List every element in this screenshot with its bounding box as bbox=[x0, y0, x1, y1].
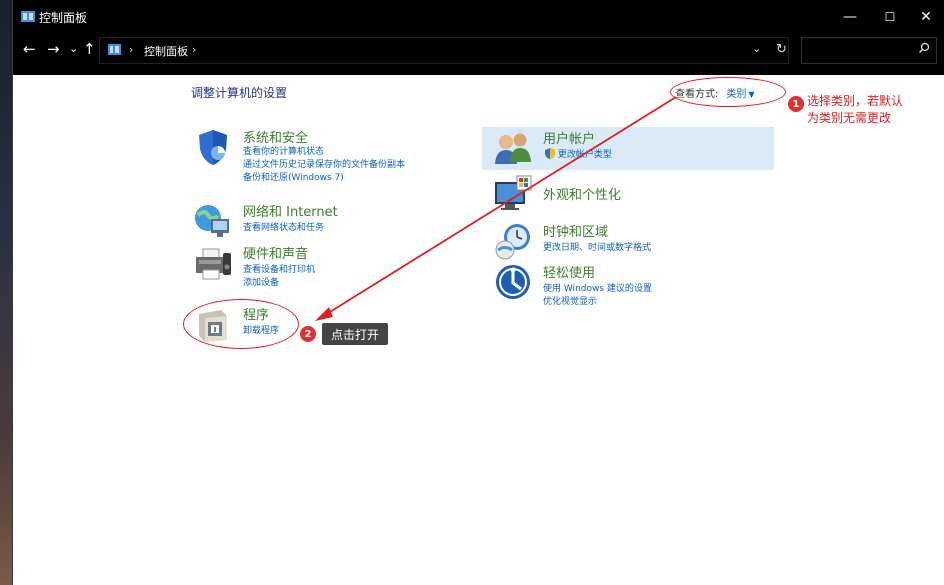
address-bar[interactable]: › 控制面板 › ⌄ ↻ bbox=[99, 37, 789, 64]
minimize-button[interactable]: — bbox=[831, 4, 869, 30]
main-content: 调整计算机的设置 查看方式: 类别 ▼ 系统和安全 查看你的计算机状态 通过文件历史… bbox=[13, 75, 944, 585]
back-icon[interactable]: ← bbox=[23, 41, 36, 57]
search-icon[interactable] bbox=[918, 42, 930, 54]
search-input[interactable] bbox=[801, 37, 937, 64]
recent-locations-icon[interactable]: ⌄ bbox=[69, 41, 78, 57]
title-bar: 控制面板 — ☐ ✕ bbox=[13, 0, 944, 33]
toolbar-divider bbox=[13, 67, 944, 75]
control-panel-icon bbox=[21, 11, 35, 22]
breadcrumb-separator: › bbox=[129, 43, 134, 56]
up-icon[interactable]: ↑ bbox=[83, 41, 96, 57]
annotation-arrow bbox=[315, 96, 677, 321]
control-panel-icon bbox=[108, 44, 121, 55]
close-button[interactable]: ✕ bbox=[907, 4, 944, 30]
address-toolbar: ← → ⌄ ↑ › 控制面板 › ⌄ ↻ bbox=[13, 33, 944, 67]
breadcrumb-control-panel[interactable]: 控制面板 bbox=[144, 43, 188, 59]
maximize-button[interactable]: ☐ bbox=[871, 4, 909, 30]
control-panel-window: 控制面板 — ☐ ✕ ← → ⌄ ↑ › 控制面板 › ⌄ ↻ 调整计算机的设置 bbox=[12, 0, 944, 585]
forward-icon[interactable]: → bbox=[47, 41, 60, 57]
chevron-down-icon[interactable]: ⌄ bbox=[752, 42, 761, 55]
breadcrumb-separator[interactable]: › bbox=[192, 43, 196, 56]
refresh-icon[interactable]: ↻ bbox=[776, 42, 787, 57]
window-title: 控制面板 bbox=[39, 11, 88, 25]
